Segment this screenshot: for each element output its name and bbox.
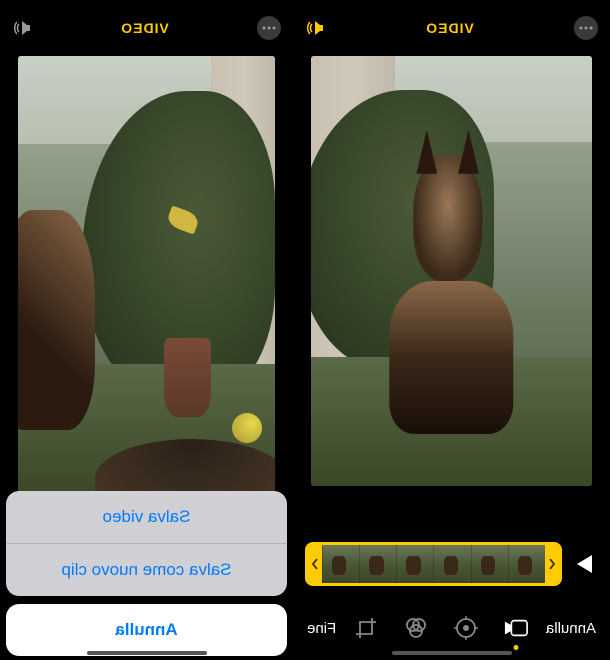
audio-toggle[interactable] [305, 19, 325, 37]
save-action-sheet: Salva video Salva come nuovo clip Annull… [6, 491, 287, 656]
chevron-left-icon [549, 558, 555, 570]
top-bar: VIDEO [293, 0, 610, 56]
mode-label: VIDEO [425, 20, 474, 36]
speaker-on-icon [305, 19, 325, 37]
filters-tool[interactable] [404, 616, 428, 640]
save-as-new-clip-button[interactable]: Salva come nuovo clip [6, 544, 287, 596]
adjust-tool[interactable] [454, 616, 478, 640]
filters-tool-icon [404, 616, 428, 640]
video-tool[interactable] [504, 616, 528, 640]
audio-toggle[interactable] [12, 19, 32, 37]
speaker-muted-icon [12, 19, 32, 37]
video-frame-preview [311, 56, 592, 486]
adjust-tool-icon [454, 616, 478, 640]
editor-pane-right: VIDEO [293, 0, 610, 660]
video-frame-preview [18, 56, 275, 496]
cancel-button[interactable]: Annulla [6, 604, 287, 656]
more-options-icon [262, 26, 276, 30]
chevron-right-icon [312, 558, 318, 570]
action-sheet-options: Salva video Salva come nuovo clip [6, 491, 287, 596]
save-video-button[interactable]: Salva video [6, 491, 287, 544]
done-button[interactable]: Fine [307, 620, 336, 637]
video-tool-icon [504, 619, 528, 637]
filmstrip-area [293, 532, 610, 596]
mode-label: VIDEO [120, 20, 169, 36]
top-bar: VIDEO [0, 0, 293, 56]
play-icon [576, 554, 594, 574]
filmstrip-frames[interactable] [322, 545, 545, 583]
cancel-button[interactable]: Annulla [546, 620, 596, 637]
more-options-button[interactable] [257, 16, 281, 40]
crop-tool-icon [354, 616, 378, 640]
trim-filmstrip[interactable] [305, 542, 562, 586]
more-options-button[interactable] [574, 16, 598, 40]
home-indicator[interactable] [87, 651, 207, 655]
trim-handle-start[interactable] [545, 545, 559, 583]
play-button[interactable] [572, 551, 598, 577]
trim-handle-end[interactable] [308, 545, 322, 583]
video-viewer [293, 56, 610, 532]
home-indicator[interactable] [392, 651, 512, 655]
crop-tool[interactable] [354, 616, 378, 640]
editor-pane-left: VIDEO Salva video Salva come nuovo clip … [0, 0, 293, 660]
more-options-icon [579, 26, 593, 30]
tool-icons [354, 616, 528, 640]
